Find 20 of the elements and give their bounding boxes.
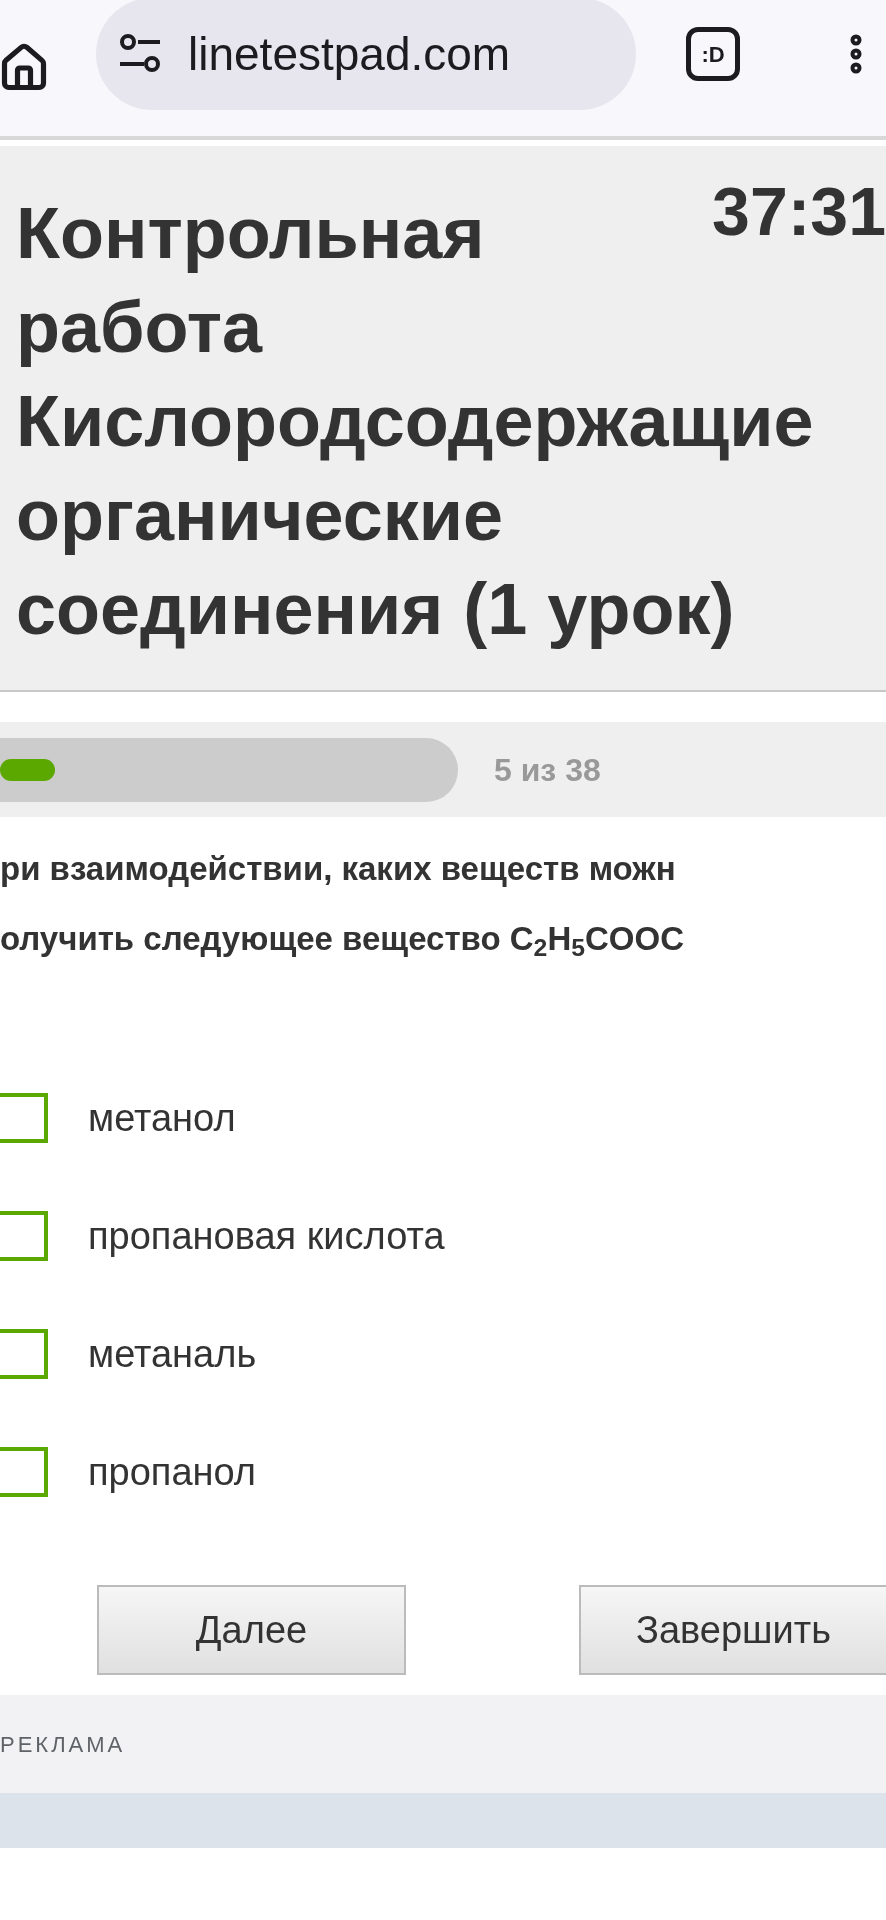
checkbox[interactable]	[0, 1211, 48, 1261]
nav-button[interactable]: Далее	[97, 1585, 406, 1675]
ad-label: РЕКЛАМА	[0, 1730, 126, 1759]
checkbox[interactable]	[0, 1329, 48, 1379]
question-text: олучить следующее вещество C$_{2}$H$_{5}$COOC	[0, 919, 685, 964]
checkbox[interactable]	[0, 1093, 48, 1143]
test-title: Кислородсодержащие органические соединения (1 урок)	[16, 380, 815, 651]
option-label: пропанол	[88, 1449, 256, 1495]
progress-counter: 5 из 38	[494, 750, 601, 790]
test-title: Контрольная работа	[16, 192, 486, 369]
nav-button[interactable]: Завершить	[579, 1585, 886, 1675]
option-label: пропановая кислота	[88, 1213, 445, 1259]
checkbox[interactable]	[0, 1447, 48, 1497]
tab-switcher[interactable]: :D	[686, 27, 740, 81]
option-label: метанол	[88, 1095, 236, 1141]
url-text: linetestpad.com	[188, 26, 511, 82]
timer: 37:31	[712, 172, 886, 251]
question-text: ри взаимодействии, каких веществ можн	[0, 849, 677, 889]
address-bar[interactable]: linetestpad.com	[96, 0, 636, 110]
option-label: метаналь	[88, 1331, 257, 1377]
